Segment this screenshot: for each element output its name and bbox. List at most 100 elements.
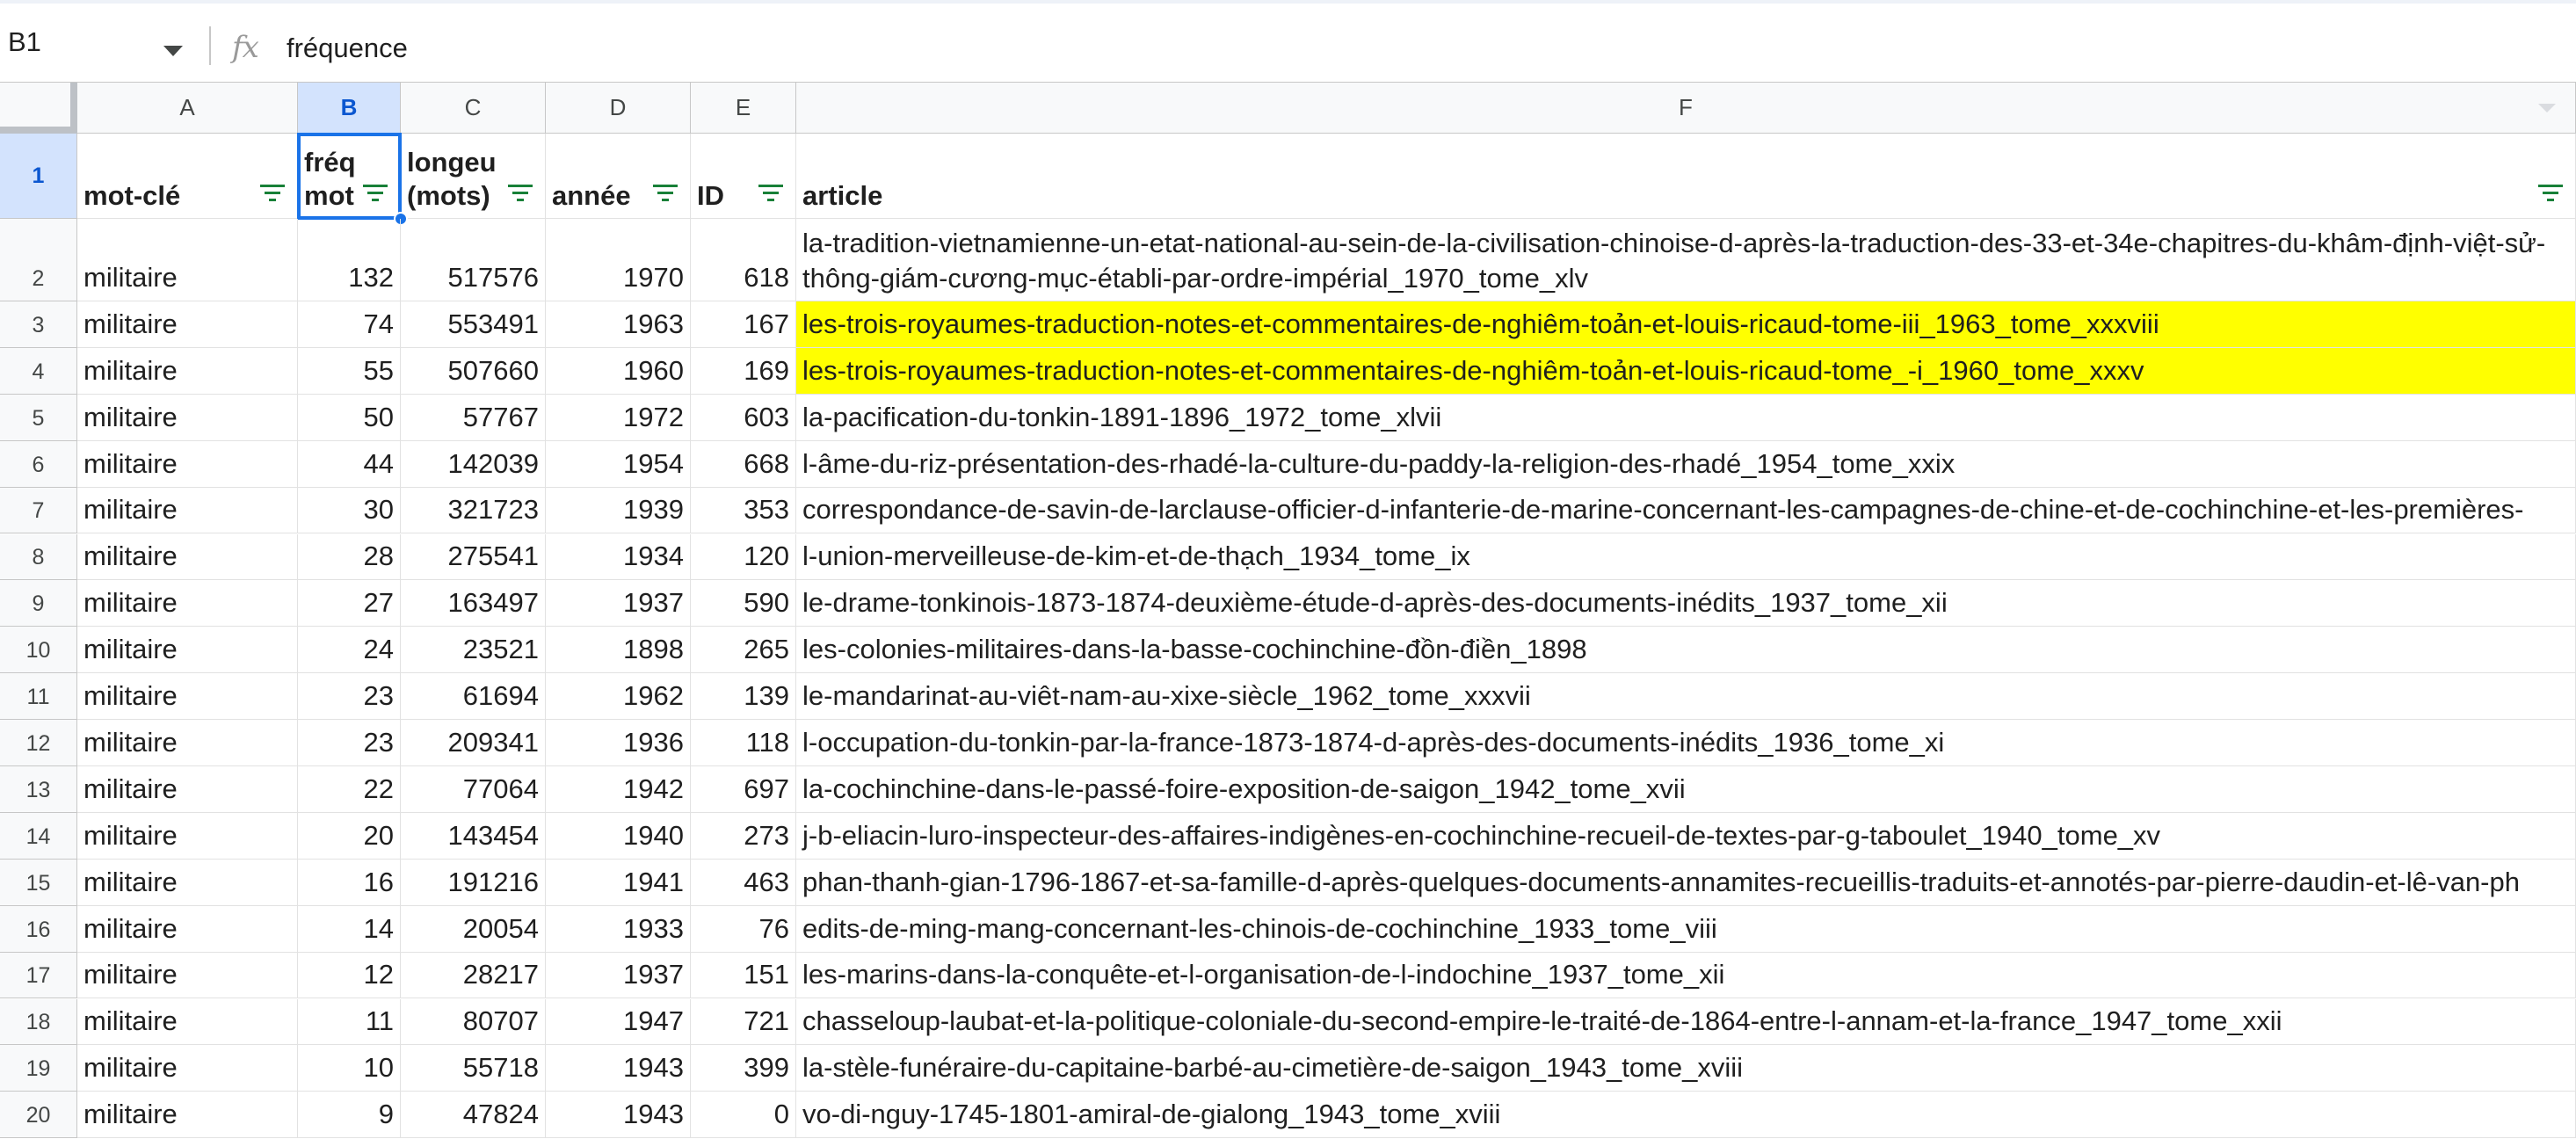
column-menu-icon[interactable] <box>2538 104 2556 112</box>
row-header[interactable]: 20 <box>0 1092 77 1139</box>
row-header[interactable]: 1 <box>0 134 77 219</box>
header-keyword[interactable]: mot-clé <box>77 134 298 219</box>
column-header-c[interactable]: C <box>401 83 546 134</box>
id-cell[interactable]: 399 <box>691 1045 796 1092</box>
id-cell[interactable]: 603 <box>691 394 796 441</box>
year-cell[interactable]: 1942 <box>546 766 691 813</box>
id-cell[interactable]: 118 <box>691 720 796 766</box>
id-cell[interactable]: 618 <box>691 219 796 301</box>
article-cell[interactable]: correspondance-de-savin-de-larclause-off… <box>796 487 2576 534</box>
column-header-b[interactable]: B <box>298 83 401 134</box>
frequency-cell[interactable]: 28 <box>298 533 401 581</box>
id-cell[interactable]: 463 <box>691 859 796 906</box>
filter-icon[interactable] <box>653 185 678 204</box>
frequency-cell[interactable]: 11 <box>298 998 401 1046</box>
year-cell[interactable]: 1936 <box>546 720 691 766</box>
year-cell[interactable]: 1934 <box>546 533 691 581</box>
keyword-cell[interactable]: militaire <box>77 720 298 766</box>
article-cell[interactable]: phan-thanh-gian-1796-1867-et-sa-famille-… <box>796 859 2576 906</box>
filter-icon[interactable] <box>260 185 285 204</box>
keyword-cell[interactable]: militaire <box>77 394 298 441</box>
length-cell[interactable]: 553491 <box>401 301 546 348</box>
year-cell[interactable]: 1939 <box>546 487 691 534</box>
header-year[interactable]: année <box>546 134 691 219</box>
column-header-d[interactable]: D <box>546 83 691 134</box>
name-box[interactable]: B1 <box>0 19 189 65</box>
row-header[interactable]: 6 <box>0 440 77 488</box>
keyword-cell[interactable]: militaire <box>77 219 298 301</box>
year-cell[interactable]: 1962 <box>546 673 691 721</box>
row-header[interactable]: 2 <box>0 219 77 301</box>
year-cell[interactable]: 1898 <box>546 627 691 674</box>
length-cell[interactable]: 321723 <box>401 487 546 534</box>
year-cell[interactable]: 1947 <box>546 998 691 1046</box>
row-header[interactable]: 19 <box>0 1045 77 1092</box>
frequency-cell[interactable]: 55 <box>298 347 401 395</box>
keyword-cell[interactable]: militaire <box>77 533 298 581</box>
frequency-cell[interactable]: 12 <box>298 952 401 999</box>
article-cell[interactable]: l-union-merveilleuse-de-kim-et-de-thạch_… <box>796 533 2576 581</box>
keyword-cell[interactable]: militaire <box>77 487 298 534</box>
article-cell[interactable]: le-drame-tonkinois-1873-1874-deuxième-ét… <box>796 580 2576 628</box>
header-article[interactable]: article <box>796 134 2576 219</box>
keyword-cell[interactable]: militaire <box>77 766 298 813</box>
length-cell[interactable]: 47824 <box>401 1092 546 1139</box>
row-header[interactable]: 14 <box>0 812 77 860</box>
article-cell[interactable]: le-mandarinat-au-viêt-nam-au-xixe-siècle… <box>796 673 2576 721</box>
row-header[interactable]: 13 <box>0 766 77 813</box>
header-id[interactable]: ID <box>691 134 796 219</box>
filter-icon[interactable] <box>363 185 388 204</box>
row-header[interactable]: 11 <box>0 673 77 721</box>
length-cell[interactable]: 57767 <box>401 394 546 441</box>
year-cell[interactable]: 1970 <box>546 219 691 301</box>
frequency-cell[interactable]: 132 <box>298 219 401 301</box>
id-cell[interactable]: 721 <box>691 998 796 1046</box>
length-cell[interactable]: 275541 <box>401 533 546 581</box>
id-cell[interactable]: 273 <box>691 812 796 860</box>
filter-icon[interactable] <box>508 185 533 204</box>
article-cell[interactable]: chasseloup-laubat-et-la-politique-coloni… <box>796 998 2576 1046</box>
year-cell[interactable]: 1943 <box>546 1092 691 1139</box>
year-cell[interactable]: 1933 <box>546 905 691 953</box>
article-cell[interactable]: les-colonies-militaires-dans-la-basse-co… <box>796 627 2576 674</box>
length-cell[interactable]: 191216 <box>401 859 546 906</box>
frequency-cell[interactable]: 10 <box>298 1045 401 1092</box>
freeze-row-handle[interactable] <box>0 127 77 134</box>
article-cell[interactable]: les-trois-royaumes-traduction-notes-et-c… <box>796 301 2576 348</box>
keyword-cell[interactable]: militaire <box>77 905 298 953</box>
keyword-cell[interactable]: militaire <box>77 859 298 906</box>
length-cell[interactable]: 61694 <box>401 673 546 721</box>
article-cell[interactable]: edits-de-ming-mang-concernant-les-chinoi… <box>796 905 2576 953</box>
row-header[interactable]: 3 <box>0 301 77 348</box>
year-cell[interactable]: 1972 <box>546 394 691 441</box>
id-cell[interactable]: 697 <box>691 766 796 813</box>
row-header[interactable]: 9 <box>0 580 77 628</box>
keyword-cell[interactable]: militaire <box>77 673 298 721</box>
column-header-e[interactable]: E <box>691 83 796 134</box>
name-box-dropdown-icon[interactable] <box>163 46 183 56</box>
length-cell[interactable]: 143454 <box>401 812 546 860</box>
id-cell[interactable]: 169 <box>691 347 796 395</box>
keyword-cell[interactable]: militaire <box>77 1092 298 1139</box>
row-header[interactable]: 18 <box>0 998 77 1046</box>
frequency-cell[interactable]: 22 <box>298 766 401 813</box>
column-header-f[interactable]: F <box>796 83 2576 134</box>
year-cell[interactable]: 1960 <box>546 347 691 395</box>
length-cell[interactable]: 209341 <box>401 720 546 766</box>
row-header[interactable]: 17 <box>0 952 77 999</box>
article-cell[interactable]: l-âme-du-riz-présentation-des-rhadé-la-c… <box>796 440 2576 488</box>
length-cell[interactable]: 163497 <box>401 580 546 628</box>
keyword-cell[interactable]: militaire <box>77 580 298 628</box>
row-header[interactable]: 7 <box>0 487 77 534</box>
year-cell[interactable]: 1943 <box>546 1045 691 1092</box>
length-cell[interactable]: 28217 <box>401 952 546 999</box>
row-header[interactable]: 15 <box>0 859 77 906</box>
article-cell[interactable]: vo-di-nguy-1745-1801-amiral-de-gialong_1… <box>796 1092 2576 1139</box>
article-cell[interactable]: la-pacification-du-tonkin-1891-1896_1972… <box>796 394 2576 441</box>
keyword-cell[interactable]: militaire <box>77 301 298 348</box>
length-cell[interactable]: 80707 <box>401 998 546 1046</box>
row-header[interactable]: 10 <box>0 627 77 674</box>
frequency-cell[interactable]: 14 <box>298 905 401 953</box>
article-cell[interactable]: la-tradition-vietnamienne-un-etat-nation… <box>796 219 2576 301</box>
frequency-cell[interactable]: 9 <box>298 1092 401 1139</box>
